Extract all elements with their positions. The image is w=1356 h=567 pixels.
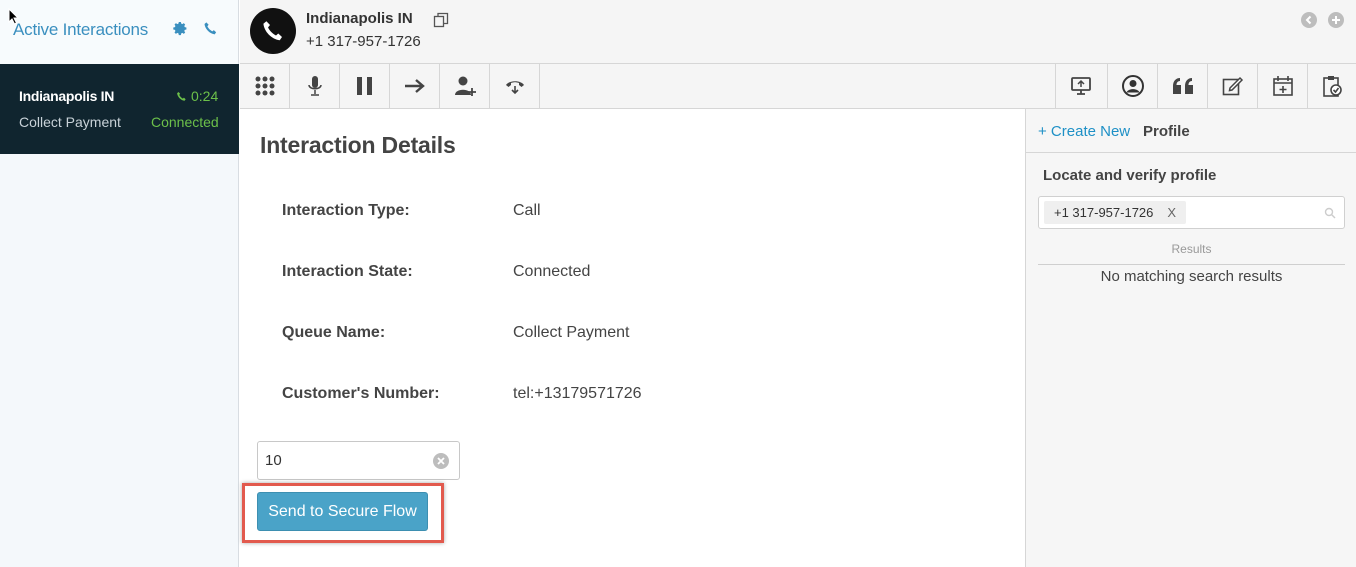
interaction-timer: 0:24 — [176, 88, 218, 104]
transfer-icon — [404, 79, 425, 93]
interaction-status: Connected — [151, 114, 219, 130]
results-heading: Results — [1171, 242, 1212, 256]
schedule-button[interactable] — [1257, 64, 1307, 108]
gear-icon[interactable] — [172, 21, 189, 38]
profile-panel: + Create New Profile Locate and verify p… — [1025, 109, 1356, 567]
phone-icon — [263, 21, 282, 41]
active-interaction-card[interactable]: Indianapolis IN 0:24 Collect Payment Con… — [0, 64, 239, 154]
edit-icon — [1222, 76, 1243, 96]
screen-share-button[interactable] — [1055, 64, 1105, 108]
hold-button[interactable] — [340, 64, 390, 108]
clipboard-check-icon — [1323, 76, 1342, 97]
back-icon[interactable] — [1301, 12, 1317, 28]
search-icon — [1324, 207, 1336, 219]
add-participant-button[interactable] — [440, 64, 490, 108]
search-tag-label: +1 317-957-1726 — [1054, 205, 1154, 220]
locate-profile-heading: Locate and verify profile — [1043, 167, 1217, 184]
interaction-details-panel: Interaction Details Interaction Type: Ca… — [240, 109, 1025, 567]
phone-icon[interactable] — [203, 21, 220, 38]
calendar-add-icon — [1272, 76, 1293, 96]
call-avatar — [250, 8, 296, 54]
sidebar-header: Active Interactions — [0, 0, 238, 64]
sidebar: Active Interactions Indianapolis IN 0:24… — [0, 0, 239, 567]
mute-button[interactable] — [290, 64, 340, 108]
disconnect-button[interactable] — [490, 64, 540, 108]
script-button[interactable] — [1157, 64, 1207, 108]
disconnect-icon — [505, 81, 524, 95]
microphone-icon — [307, 76, 322, 96]
dialpad-button[interactable] — [240, 64, 290, 108]
add-participant-icon — [454, 76, 476, 96]
transfer-button[interactable] — [390, 64, 440, 108]
amount-input[interactable] — [258, 442, 428, 479]
caller-number: +1 317-957-1726 — [306, 33, 421, 50]
call-toolbar — [240, 64, 1356, 109]
customer-number-value: tel:+13179571726 — [513, 385, 642, 402]
no-results-message: No matching search results — [1100, 268, 1283, 285]
interaction-name: Indianapolis IN — [19, 88, 115, 104]
add-icon[interactable] — [1328, 12, 1344, 28]
caller-name: Indianapolis IN — [306, 10, 413, 27]
amount-field — [257, 441, 460, 480]
results-divider — [1038, 264, 1345, 265]
pause-icon — [356, 77, 372, 95]
send-to-secure-flow-button[interactable]: Send to Secure Flow — [257, 492, 428, 531]
queue-name-value: Collect Payment — [513, 324, 630, 341]
sidebar-title: Active Interactions — [13, 20, 149, 39]
profile-tab[interactable]: Profile — [1143, 123, 1190, 140]
call-header: Indianapolis IN +1 317-957-1726 — [240, 0, 1356, 64]
dialpad-icon — [255, 76, 274, 96]
interaction-type-label: Interaction Type: — [282, 202, 410, 219]
interaction-type-value: Call — [513, 202, 541, 219]
customer-number-label: Customer's Number: — [282, 385, 440, 402]
interaction-state-value: Connected — [513, 263, 591, 280]
search-tag: +1 317-957-1726 X — [1044, 201, 1187, 224]
phone-icon — [177, 91, 186, 101]
quote-icon — [1172, 78, 1193, 94]
page-title: Interaction Details — [260, 132, 456, 158]
screen-share-icon — [1070, 77, 1091, 95]
interaction-queue: Collect Payment — [19, 114, 121, 130]
profile-panel-header: + Create New Profile — [1026, 109, 1356, 153]
copy-icon[interactable] — [433, 12, 449, 28]
clear-icon[interactable] — [433, 453, 449, 469]
remove-tag-button[interactable]: X — [1167, 205, 1176, 220]
wrapup-button[interactable] — [1307, 64, 1356, 108]
profile-icon — [1121, 75, 1144, 97]
queue-name-label: Queue Name: — [282, 324, 386, 341]
profile-search-input[interactable]: +1 317-957-1726 X — [1038, 196, 1345, 229]
notes-button[interactable] — [1207, 64, 1257, 108]
create-new-link[interactable]: + Create New — [1038, 123, 1130, 140]
timer-value: 0:24 — [191, 88, 219, 104]
interaction-state-label: Interaction State: — [282, 263, 413, 280]
profile-button[interactable] — [1107, 64, 1157, 108]
